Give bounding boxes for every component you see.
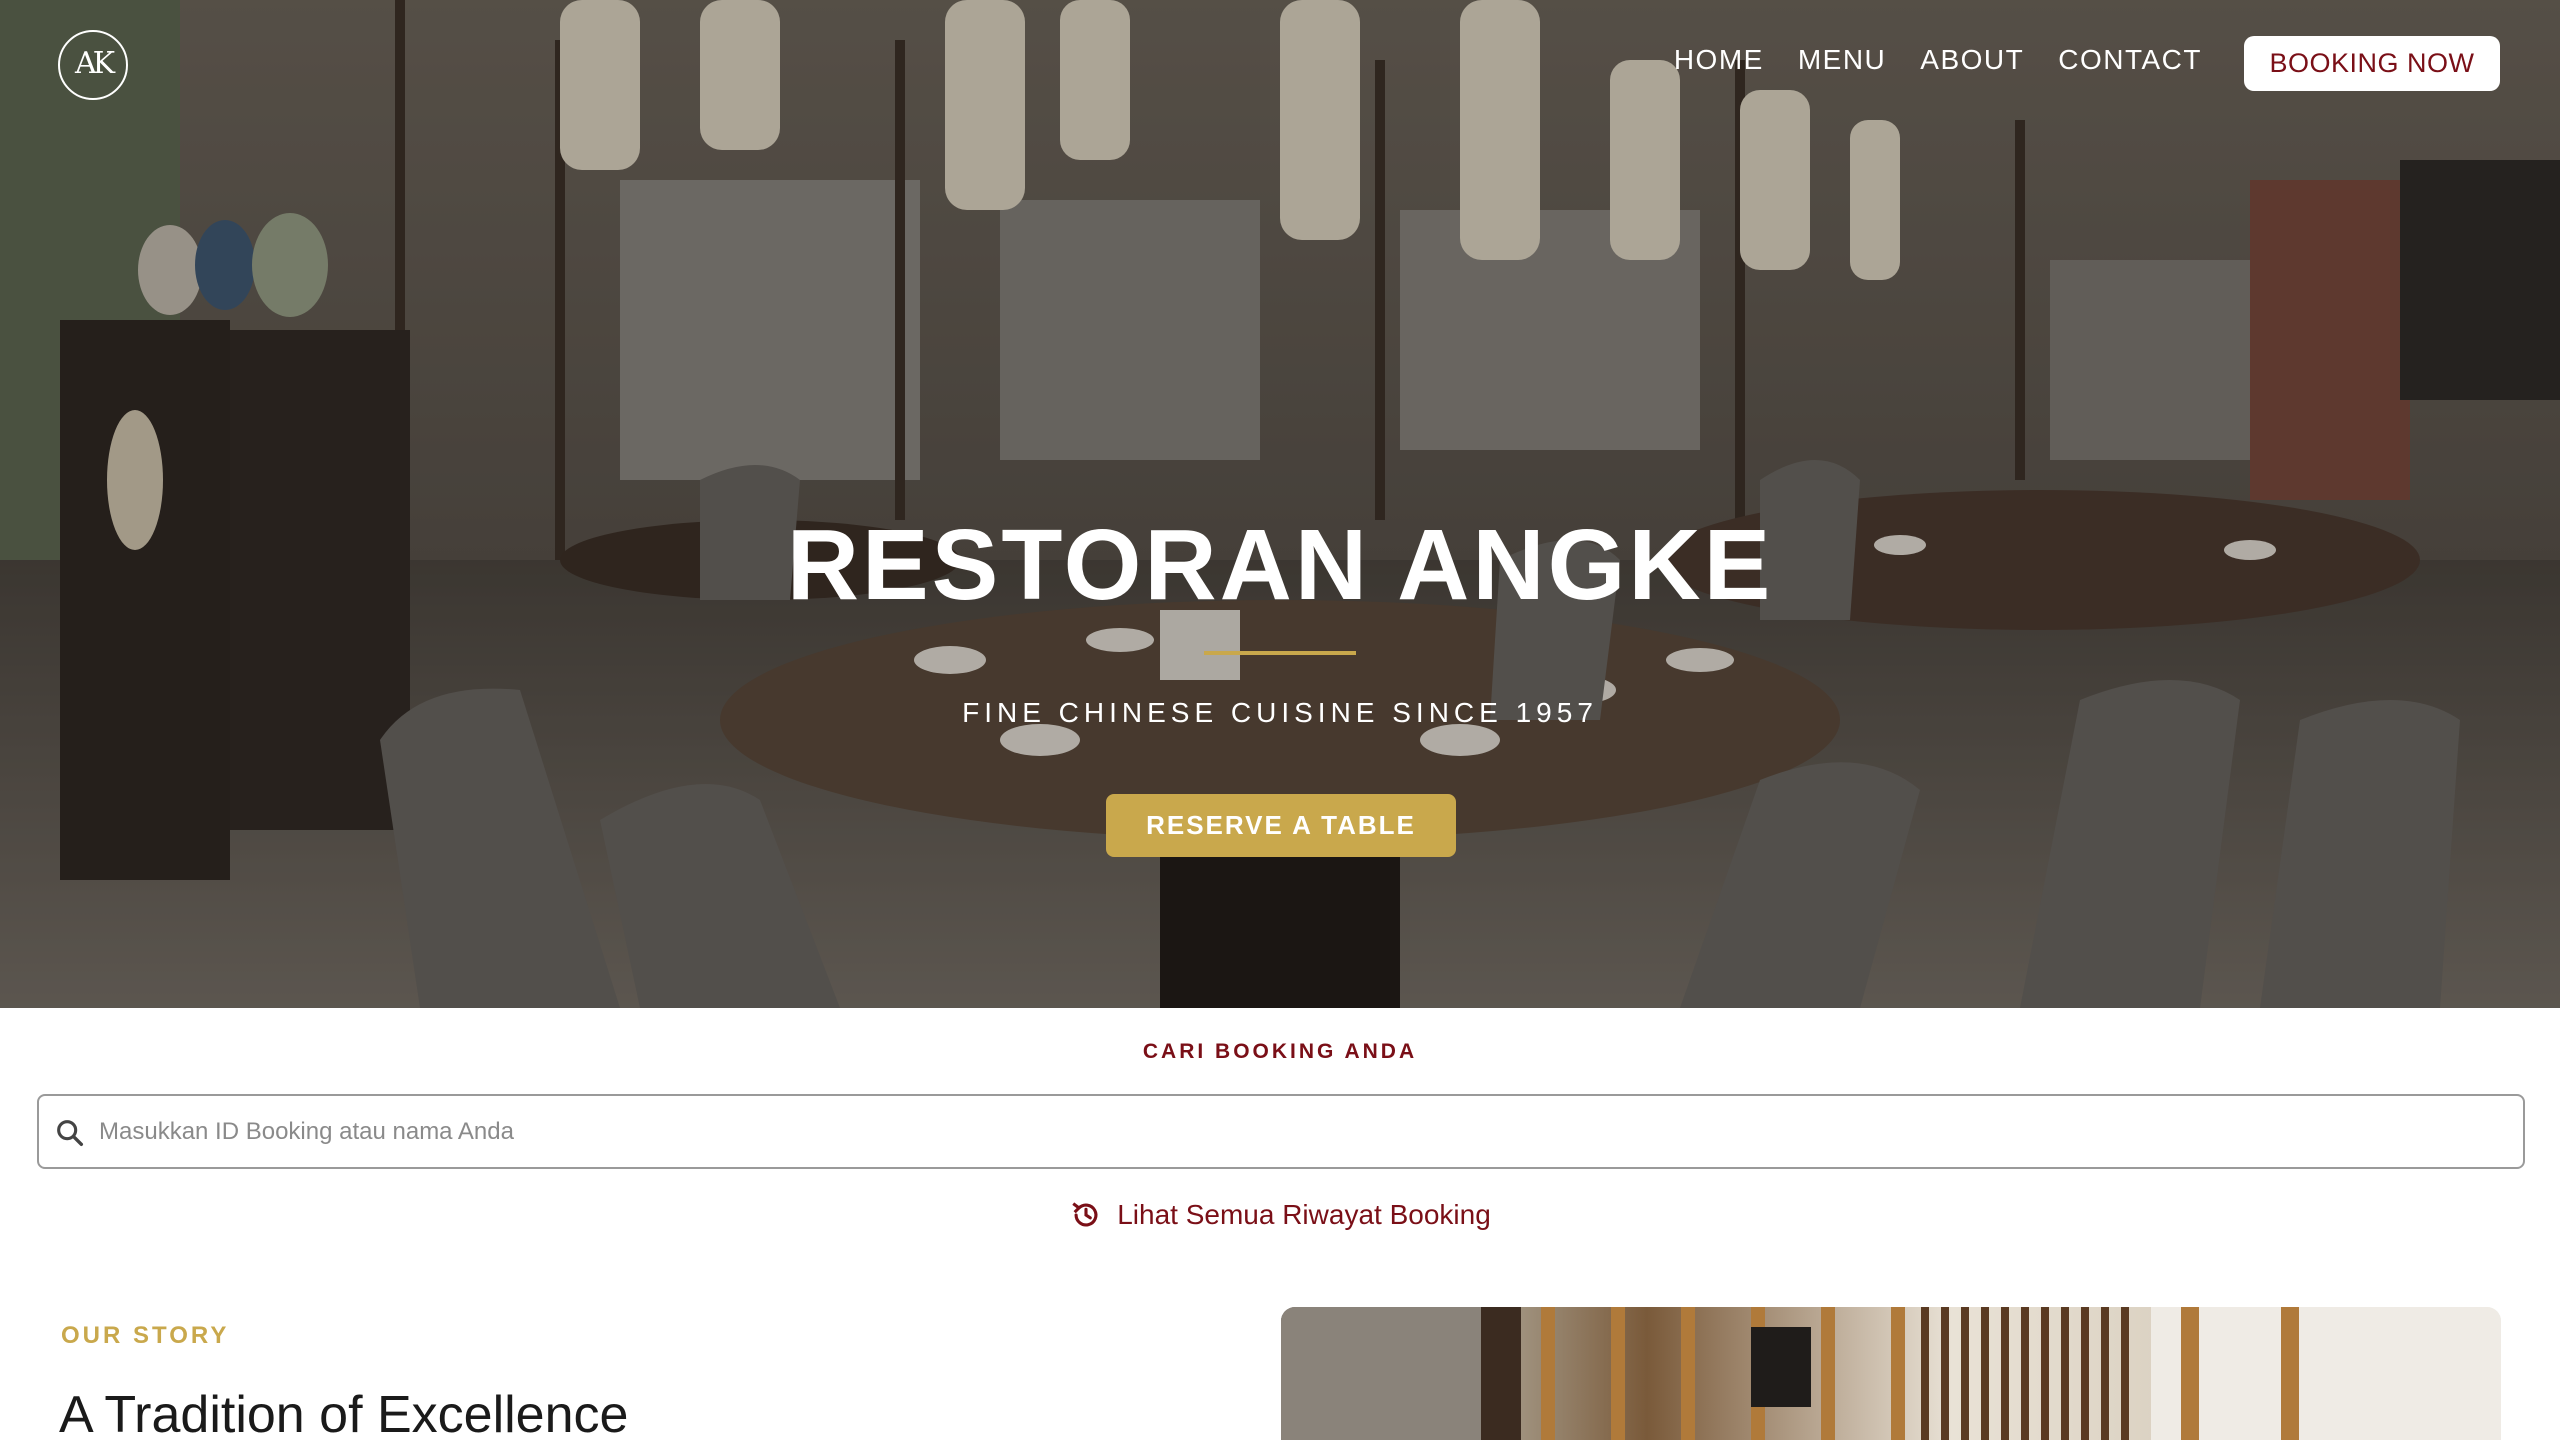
story-image: [1281, 1307, 2501, 1440]
nav-link-contact[interactable]: CONTACT: [2058, 44, 2202, 76]
main-nav: HOME MENU ABOUT CONTACT: [1674, 44, 2202, 76]
hero-title: RESTORAN ANGKE: [786, 509, 1774, 621]
search-box[interactable]: [37, 1094, 2525, 1169]
booking-now-button[interactable]: BOOKING NOW: [2244, 36, 2500, 91]
nav-link-menu[interactable]: MENU: [1798, 44, 1886, 76]
search-heading: CARI BOOKING ANDA: [1142, 1040, 1418, 1063]
search-icon: [57, 1120, 84, 1147]
hero-divider: [1204, 651, 1356, 655]
history-icon: [1072, 1202, 1098, 1227]
nav-link-about[interactable]: ABOUT: [1920, 44, 2024, 76]
hero-tagline: FINE CHINESE CUISINE SINCE 1957: [962, 697, 1598, 728]
booking-history-label: Lihat Semua Riwayat Booking: [1117, 1199, 1491, 1230]
brand-logo[interactable]: AK: [58, 30, 128, 100]
nav-link-home[interactable]: HOME: [1674, 44, 1764, 76]
story-title: A Tradition of Excellence: [59, 1386, 629, 1444]
reserve-table-button[interactable]: RESERVE A TABLE: [1106, 794, 1456, 857]
brand-logo-text: AK: [74, 46, 115, 81]
story-eyebrow: OUR STORY: [61, 1322, 230, 1349]
story-interior-image: [1281, 1307, 2501, 1440]
booking-history-link[interactable]: Lihat Semua Riwayat Booking: [0, 1198, 2560, 1232]
booking-search-input[interactable]: [97, 1104, 2497, 1160]
